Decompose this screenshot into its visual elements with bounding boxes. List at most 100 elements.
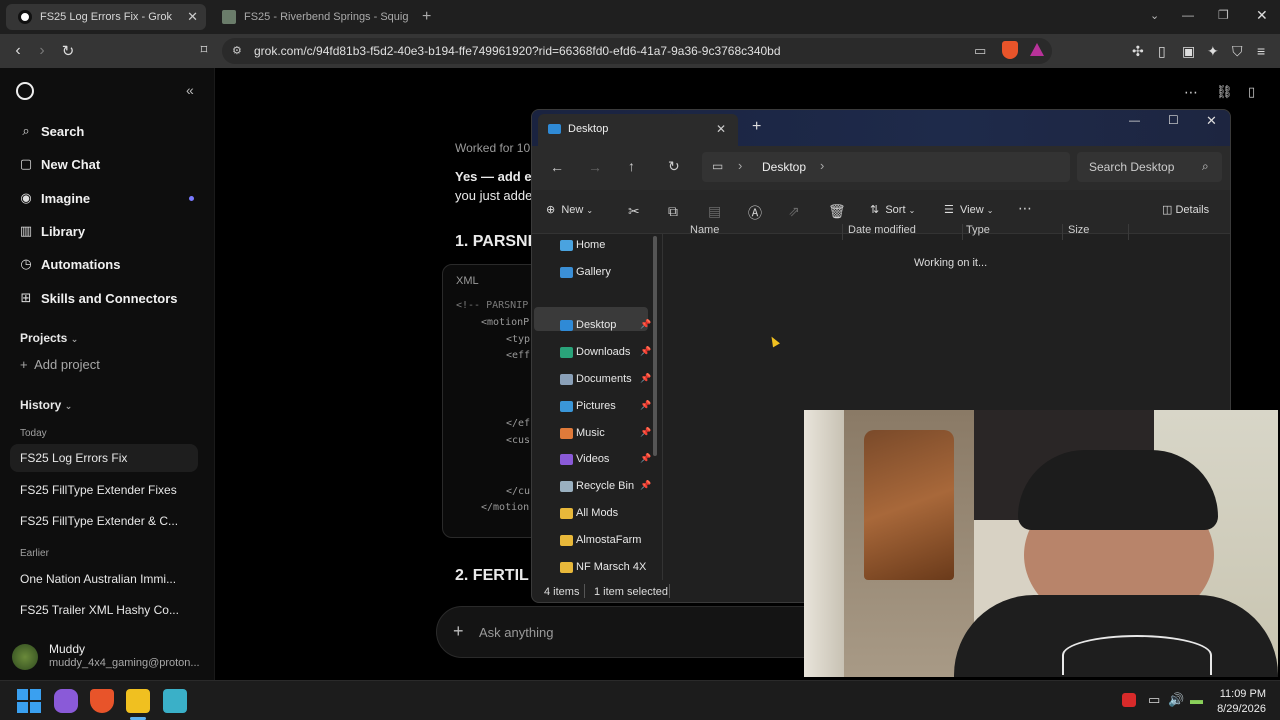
column-type[interactable]: Type: [966, 224, 990, 236]
new-tab-plus-icon[interactable]: +: [422, 8, 431, 26]
start-windows-icon[interactable]: [17, 689, 41, 713]
history-item[interactable]: One Nation Australian Immi...: [20, 572, 180, 586]
history-item[interactable]: FS25 FillType Extender Fixes: [20, 483, 180, 497]
forward-icon[interactable]: ›: [32, 42, 52, 60]
add-project-button[interactable]: + Add project: [20, 357, 100, 372]
refresh-icon[interactable]: ↻: [668, 158, 680, 175]
back-icon[interactable]: ‹: [8, 42, 28, 60]
back-arrow-icon[interactable]: ←: [550, 159, 564, 175]
column-divider[interactable]: [842, 224, 843, 240]
nav-search[interactable]: ⌕ Search: [18, 120, 84, 142]
panel-icon[interactable]: ▯: [1248, 84, 1255, 100]
history-header[interactable]: History ⌄: [20, 398, 72, 412]
nav-library[interactable]: ▥ Library: [18, 220, 85, 242]
new-button[interactable]: ⊕ New ⌄: [546, 203, 593, 216]
file-explorer-icon[interactable]: [126, 689, 150, 713]
search-input[interactable]: Search Desktop ⌕: [1077, 152, 1222, 182]
nav-item-home[interactable]: Home: [560, 236, 605, 254]
copy-icon[interactable]: ⧉: [668, 203, 678, 220]
view-button[interactable]: ☰ View ⌄: [944, 203, 993, 216]
history-item[interactable]: FS25 FillType Extender & C...: [20, 514, 180, 528]
battery-icon[interactable]: ▬: [1190, 692, 1203, 707]
restore-icon[interactable]: ❐: [1218, 8, 1229, 22]
attach-plus-icon[interactable]: +: [453, 621, 464, 642]
rename-icon[interactable]: Ⓐ: [748, 203, 762, 223]
new-tab-plus-icon[interactable]: +: [752, 118, 761, 136]
details-button[interactable]: ◫ Details: [1162, 203, 1209, 216]
close-tab-icon[interactable]: ✕: [716, 122, 726, 136]
more-options-icon[interactable]: ⋯: [1018, 200, 1032, 217]
forward-arrow-icon[interactable]: →: [588, 159, 602, 175]
nav-item-all-mods[interactable]: All Mods: [560, 504, 618, 522]
sidebar-toggle-icon[interactable]: ▯: [1158, 43, 1166, 60]
nav-item-pictures[interactable]: Pictures: [560, 397, 616, 415]
extensions-icon[interactable]: ✣: [1132, 43, 1144, 60]
minimize-icon[interactable]: —: [1129, 115, 1140, 127]
column-name[interactable]: Name: [690, 224, 719, 236]
ask-input[interactable]: + Ask anything: [436, 606, 836, 658]
maximize-icon[interactable]: ☐: [1168, 113, 1179, 127]
nav-item-nf-marsch-4x[interactable]: NF Marsch 4X: [560, 558, 646, 576]
menu-icon[interactable]: ≡: [1257, 43, 1265, 59]
site-info-icon[interactable]: ⚙: [232, 44, 242, 57]
tray-app-icon[interactable]: [1122, 693, 1136, 707]
paste-icon[interactable]: ▤: [708, 203, 721, 220]
nav-item-recycle-bin[interactable]: Recycle Bin: [560, 477, 634, 495]
column-divider[interactable]: [962, 224, 963, 240]
vpn-icon[interactable]: ⛉: [1232, 43, 1243, 60]
nav-new-chat[interactable]: ▢ New Chat: [18, 153, 100, 175]
share-icon[interactable]: ⇗: [788, 203, 800, 220]
nav-item-videos[interactable]: Videos: [560, 450, 609, 468]
breadcrumb-desktop[interactable]: Desktop: [762, 160, 806, 174]
network-icon[interactable]: ▭: [1148, 692, 1160, 708]
link-icon[interactable]: ⛓: [1216, 84, 1233, 100]
cut-icon[interactable]: ✂: [628, 203, 640, 220]
browser-tab-grok[interactable]: FS25 Log Errors Fix - Grok ✕: [6, 4, 206, 30]
history-item[interactable]: FS25 Trailer XML Hashy Co...: [20, 603, 180, 617]
close-tab-icon[interactable]: ✕: [187, 9, 198, 25]
column-divider[interactable]: [1128, 224, 1129, 240]
address-breadcrumb[interactable]: ▭ › Desktop ›: [702, 152, 1070, 182]
cast-icon[interactable]: ▭: [974, 43, 986, 59]
collapse-sidebar-icon[interactable]: «: [186, 82, 194, 98]
nav-item-gallery[interactable]: Gallery: [560, 263, 611, 281]
close-window-icon[interactable]: ✕: [1206, 113, 1217, 129]
brave-browser-icon[interactable]: [90, 689, 114, 713]
sort-button[interactable]: ⇅ Sort ⌄: [870, 203, 915, 216]
wallet-icon[interactable]: ▣: [1182, 43, 1195, 60]
leo-ai-icon[interactable]: ✦: [1207, 43, 1219, 60]
close-window-icon[interactable]: ✕: [1256, 7, 1268, 24]
brave-rewards-icon[interactable]: [1030, 43, 1044, 56]
column-date-modified[interactable]: Date modified: [848, 224, 916, 236]
column-divider[interactable]: [1062, 224, 1063, 240]
explorer-tab-desktop[interactable]: Desktop ✕: [538, 114, 738, 146]
nav-item-desktop[interactable]: Desktop: [560, 316, 616, 334]
more-options-icon[interactable]: ⋯: [1184, 84, 1198, 101]
tab-search-chevron-icon[interactable]: ⌄: [1150, 9, 1159, 22]
taskbar-clock[interactable]: 11:09 PM 8/29/2026: [1214, 688, 1266, 715]
nav-item-almostafarm[interactable]: AlmostaFarm: [560, 531, 641, 549]
grok-logo-icon[interactable]: [16, 82, 34, 100]
up-arrow-icon[interactable]: ↑: [628, 158, 635, 174]
address-field[interactable]: ⚙ grok.com/c/94fd81b3-f5d2-40e3-b194-ffe…: [222, 38, 1052, 64]
history-item-selected[interactable]: FS25 Log Errors Fix: [10, 444, 198, 472]
nav-automations[interactable]: ◷ Automations: [18, 253, 120, 275]
game-controller-icon[interactable]: [54, 689, 78, 713]
notepad-icon[interactable]: [163, 689, 187, 713]
browser-tab-squigglz[interactable]: FS25 - Riverbend Springs - Squigglz: [210, 4, 410, 30]
delete-icon[interactable]: 🗑: [828, 203, 846, 220]
scrollbar[interactable]: [653, 236, 657, 456]
column-size[interactable]: Size: [1068, 224, 1089, 236]
brave-shield-icon[interactable]: [1002, 41, 1018, 59]
nav-skills-connectors[interactable]: ⊞ Skills and Connectors: [18, 287, 178, 309]
reload-icon[interactable]: ↻: [58, 42, 78, 60]
volume-icon[interactable]: 🔊: [1168, 692, 1184, 708]
nav-item-music[interactable]: Music: [560, 424, 605, 442]
projects-header[interactable]: Projects ⌄: [20, 331, 78, 345]
nav-imagine[interactable]: ◉ Imagine: [18, 187, 90, 209]
avatar[interactable]: [12, 644, 38, 670]
minimize-icon[interactable]: —: [1182, 8, 1194, 22]
nav-item-downloads[interactable]: Downloads: [560, 343, 630, 361]
nav-item-documents[interactable]: Documents: [560, 370, 632, 388]
bookmark-icon[interactable]: ⌑: [194, 42, 214, 58]
